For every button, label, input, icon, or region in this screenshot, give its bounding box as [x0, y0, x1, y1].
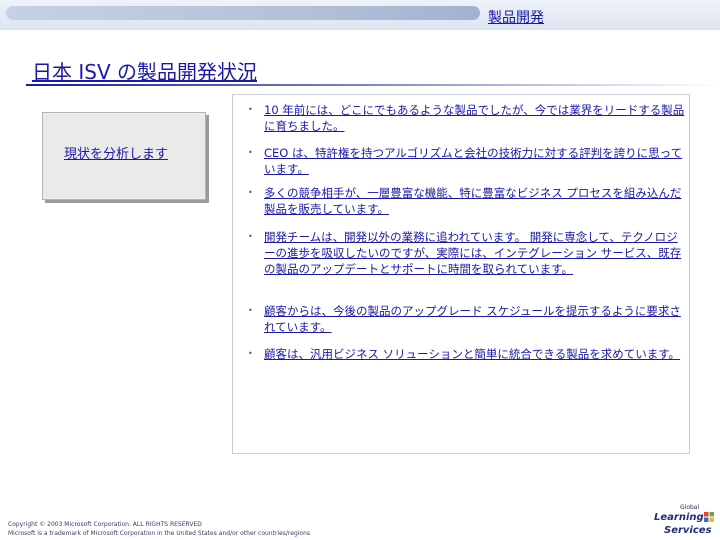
bullet-dot-icon: •: [248, 349, 253, 358]
list-item[interactable]: • 10 年前には、どこにでもあるような製品でしたが、今では業界をリードする製品…: [248, 102, 686, 134]
logo-text-services: Services: [664, 525, 712, 536]
list-item-text: 開発チームは、開発以外の業務に追われています。 開発に専念して、テクノロジーの進…: [264, 230, 682, 276]
list-item-text: 顧客からは、今後の製品のアップグレード スケジュールを提示するように要求されてい…: [264, 304, 681, 334]
bullet-dot-icon: •: [248, 232, 253, 241]
logo-text-learning: Learning: [654, 512, 704, 523]
list-item-text: 顧客は、汎用ビジネス ソリューションと簡単に統合できる製品を求めています。: [264, 347, 681, 361]
global-learning-services-logo: Global Learning Services: [650, 500, 714, 538]
list-item[interactable]: • CEO は、特許権を持つアルゴリズムと会社の技術力に対する評判を誇りに思って…: [248, 145, 686, 177]
top-bar: [0, 0, 720, 30]
list-item-text: 10 年前には、どこにでもあるような製品でしたが、今では業界をリードする製品に育…: [264, 103, 685, 133]
bullet-dot-icon: •: [248, 148, 253, 157]
trademark-line: Microsoft is a trademark of Microsoft Co…: [8, 530, 311, 537]
top-banner-bar: [6, 6, 480, 20]
list-item-text: CEO は、特許権を持つアルゴリズムと会社の技術力に対する評判を誇りに思っていま…: [264, 146, 683, 176]
analysis-link[interactable]: 現状を分析します: [64, 143, 168, 162]
list-item[interactable]: • 顧客からは、今後の製品のアップグレード スケジュールを提示するように要求され…: [248, 303, 686, 335]
logo-text-global: Global: [680, 504, 700, 511]
page-title: 日本 ISV の製品開発状況: [32, 60, 257, 84]
bullet-dot-icon: •: [248, 188, 253, 197]
title-divider: [26, 84, 720, 86]
bullet-dot-icon: •: [248, 105, 253, 114]
section-link-product-development[interactable]: 製品開発: [488, 7, 544, 27]
list-item[interactable]: • 開発チームは、開発以外の業務に追われています。 開発に専念して、テクノロジー…: [248, 229, 686, 277]
bullet-dot-icon: •: [248, 306, 253, 315]
list-item-text: 多くの競争相手が、一層豊富な機能、特に豊富なビジネス プロセスを組み込んだ製品を…: [264, 186, 682, 216]
windows-flag-icon: [704, 512, 714, 522]
footer-copyright: Copyright © 2003 Microsoft Corporation. …: [8, 520, 310, 538]
list-item[interactable]: • 多くの競争相手が、一層豊富な機能、特に豊富なビジネス プロセスを組み込んだ製…: [248, 185, 686, 217]
copyright-line: Copyright © 2003 Microsoft Corporation. …: [8, 521, 202, 528]
list-item[interactable]: • 顧客は、汎用ビジネス ソリューションと簡単に統合できる製品を求めています。: [248, 346, 686, 362]
